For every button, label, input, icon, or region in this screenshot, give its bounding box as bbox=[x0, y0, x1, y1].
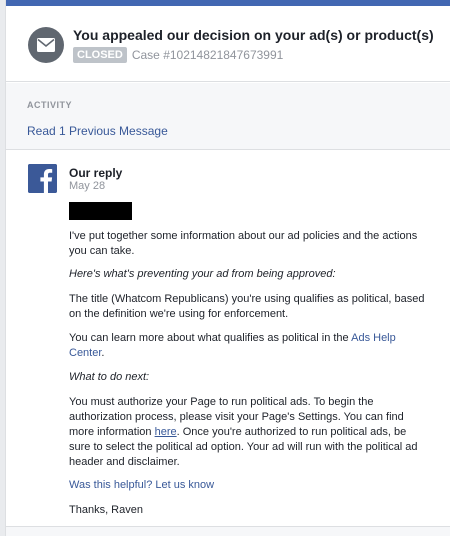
case-title: You appealed our decision on your ad(s) … bbox=[73, 27, 434, 43]
redacted-block bbox=[69, 202, 132, 220]
envelope-icon bbox=[28, 27, 64, 63]
activity-section: ACTIVITY Read 1 Previous Message bbox=[6, 83, 450, 150]
paragraph-learn-more: You can learn more about what qualifies … bbox=[69, 331, 429, 361]
reply-message: Our reply May 28 I've put together some … bbox=[6, 150, 450, 525]
case-header: You appealed our decision on your ad(s) … bbox=[6, 6, 450, 82]
status-badge: CLOSED bbox=[73, 47, 127, 63]
learn-more-period: . bbox=[101, 347, 105, 359]
facebook-logo-icon bbox=[28, 164, 57, 193]
case-number: Case #10214821847673991 bbox=[131, 48, 284, 62]
paragraph-reason: The title (Whatcom Republicans) you're u… bbox=[69, 293, 425, 320]
message-signoff: Thanks, Raven bbox=[69, 504, 143, 516]
feedback-link[interactable]: Was this helpful? Let us know bbox=[69, 478, 214, 493]
read-previous-message-link[interactable]: Read 1 Previous Message bbox=[27, 124, 168, 138]
paragraph-reason-heading: Here's what's preventing your ad from be… bbox=[69, 268, 336, 280]
paragraph-next-heading: What to do next: bbox=[69, 371, 150, 383]
paragraph-next-steps: You must authorize your Page to run poli… bbox=[69, 395, 429, 470]
learn-more-text: You can learn more about what qualifies … bbox=[69, 332, 352, 344]
support-inbox-panel: You appealed our decision on your ad(s) … bbox=[5, 0, 450, 536]
here-link[interactable]: here bbox=[155, 426, 177, 438]
paragraph-intro: I've put together some information about… bbox=[69, 230, 418, 257]
bottom-strip bbox=[6, 526, 450, 536]
activity-label: ACTIVITY bbox=[27, 100, 73, 110]
case-status-row: CLOSED Case #10214821847673991 bbox=[73, 47, 283, 63]
message-date: May 28 bbox=[69, 180, 106, 192]
message-author: Our reply bbox=[69, 166, 123, 180]
